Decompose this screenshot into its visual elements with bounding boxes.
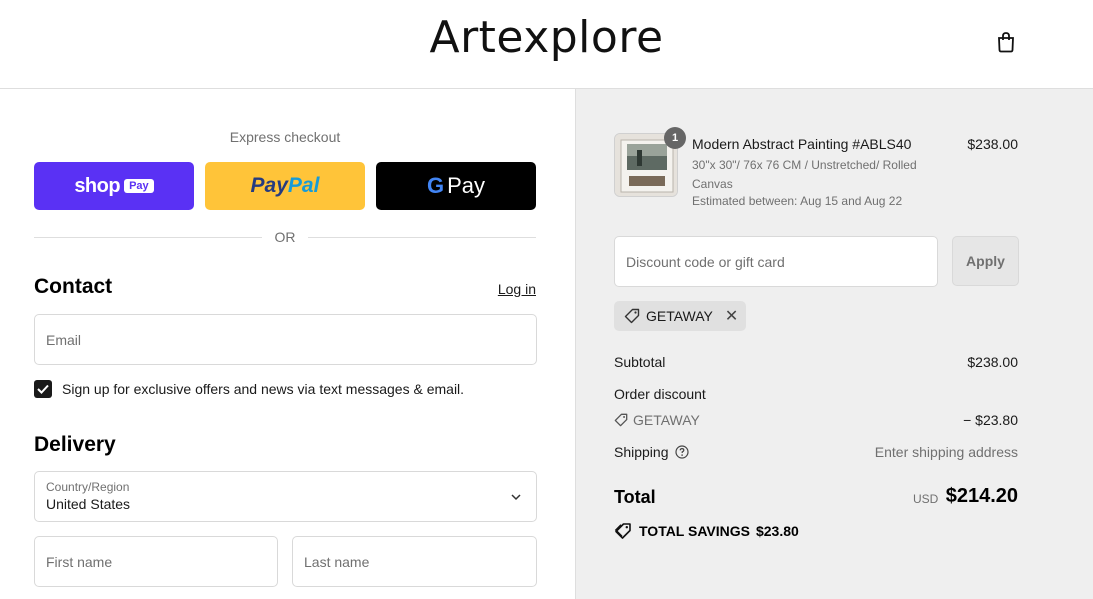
shipping-value: Enter shipping address [874, 444, 1018, 460]
applied-code-label: GETAWAY [646, 308, 713, 324]
shop-pay-wordmark: shop [74, 174, 121, 197]
applied-discount-chip: GETAWAY ✕ [614, 301, 746, 331]
site-header: Artexplore [0, 0, 1093, 89]
discount-code-field[interactable]: Discount code or gift card [614, 236, 938, 287]
chevron-down-icon [511, 494, 521, 501]
total-value: $214.20 [945, 485, 1018, 507]
shipping-label: Shipping [614, 444, 669, 460]
discount-code-label: GETAWAY [633, 412, 700, 428]
country-value: United States [46, 496, 131, 512]
email-field[interactable]: Email [34, 314, 537, 365]
shop-pay-badge: Pay [124, 179, 154, 193]
help-icon[interactable] [674, 445, 689, 459]
order-discount-label: Order discount [614, 386, 706, 402]
checkmark-icon [37, 384, 49, 394]
subtotal-value: $238.00 [967, 354, 1018, 370]
discount-code-row: GETAWAY [614, 412, 700, 428]
total-label: Total [614, 487, 656, 507]
first-name-field[interactable]: First name [34, 536, 278, 587]
email-placeholder: Email [46, 332, 82, 348]
shopping-bag-icon[interactable] [994, 30, 1018, 54]
first-name-placeholder: First name [46, 554, 113, 570]
product-variant: 30"x 30"/ 76x 76 CM / Unstretched/ Rolle… [692, 158, 917, 191]
signup-checkbox[interactable] [34, 380, 52, 398]
delivery-heading: Delivery [34, 433, 116, 456]
paypal-wordmark-part1: Pay [250, 174, 288, 197]
signup-label: Sign up for exclusive offers and news vi… [62, 381, 465, 397]
checkout-form: Express checkout shop Pay Pay Pal G Pay O… [0, 89, 575, 599]
last-name-field[interactable]: Last name [292, 536, 537, 587]
paypal-button[interactable]: Pay Pal [205, 162, 365, 210]
savings-label: TOTAL SAVINGS [639, 523, 750, 539]
savings-tag-icon [614, 523, 631, 539]
tag-icon [624, 308, 640, 324]
shipping-row: Shipping [614, 444, 689, 460]
savings-value: $23.80 [755, 523, 799, 539]
shop-pay-button[interactable]: shop Pay [34, 162, 194, 210]
contact-heading: Contact [34, 275, 113, 298]
discount-value: − $23.80 [963, 412, 1018, 428]
delivery-estimate: Estimated between: Aug 15 and Aug 22 [692, 194, 903, 208]
quantity-badge: 1 [664, 127, 686, 149]
express-checkout-title: Express checkout [229, 129, 341, 145]
order-summary: 1 Modern Abstract Painting #ABLS40 30"x … [575, 89, 1093, 599]
country-select[interactable]: Country/Region United States [34, 471, 537, 522]
currency-code: USD [913, 492, 939, 506]
country-label: Country/Region [46, 480, 130, 494]
total-savings-row: TOTAL SAVINGS $23.80 [614, 522, 799, 540]
product-name: Modern Abstract Painting #ABLS40 [692, 136, 912, 152]
product-price: $238.00 [967, 136, 1018, 152]
apply-button[interactable]: Apply [952, 236, 1019, 286]
google-pay-button[interactable]: G Pay [376, 162, 536, 210]
discount-placeholder: Discount code or gift card [626, 254, 785, 270]
paypal-wordmark-part2: Pal [287, 174, 320, 197]
login-link[interactable]: Log in [470, 281, 536, 297]
tag-icon [614, 413, 628, 427]
google-g-icon: G [426, 173, 445, 198]
google-pay-wordmark: Pay [447, 173, 486, 198]
last-name-placeholder: Last name [304, 554, 370, 570]
subtotal-label: Subtotal [614, 354, 666, 370]
brand-logo[interactable]: Artexplore [0, 12, 1093, 63]
or-divider: OR [34, 228, 536, 246]
or-label: OR [274, 229, 296, 245]
remove-discount-icon[interactable]: ✕ [725, 306, 738, 326]
